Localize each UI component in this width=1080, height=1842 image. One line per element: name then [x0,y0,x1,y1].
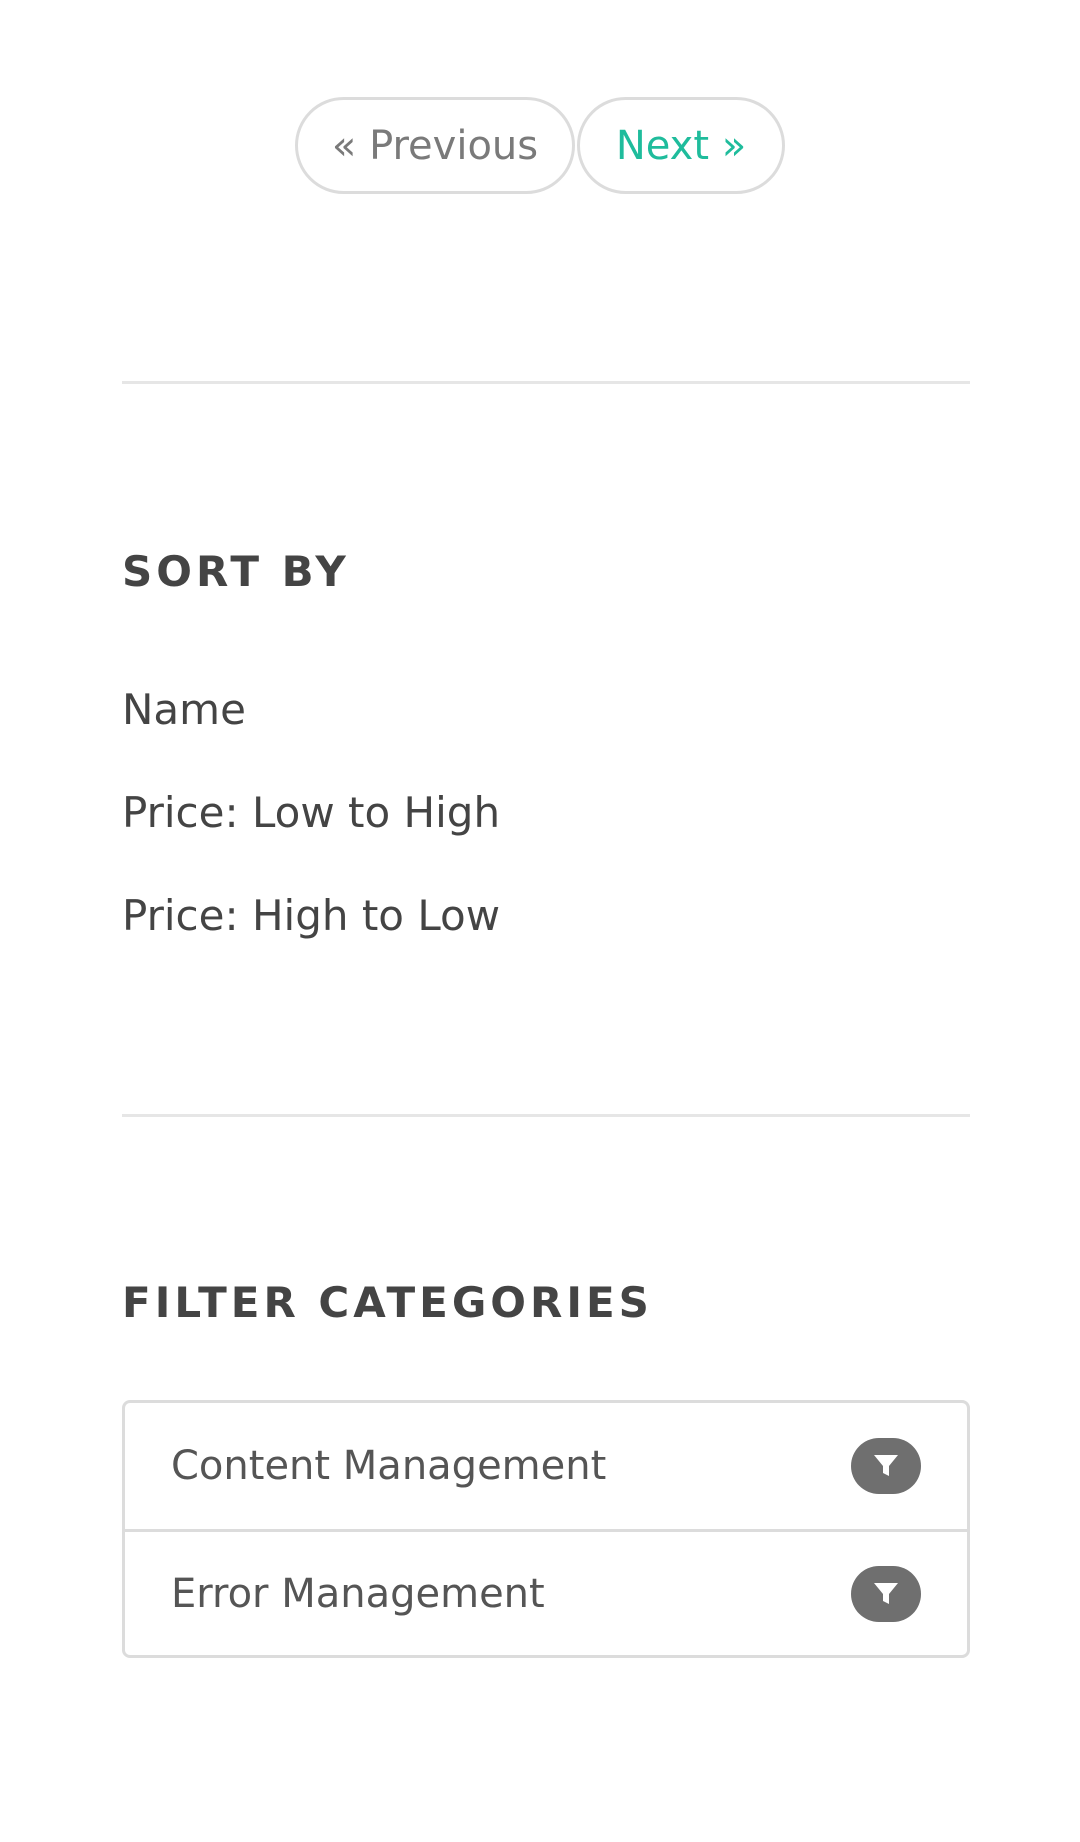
filter-icon[interactable] [851,1565,921,1622]
sort-option-name[interactable]: Name [122,685,500,788]
sort-option-price-high-low[interactable]: Price: High to Low [122,891,500,994]
previous-page-button[interactable]: « Previous [295,97,575,194]
divider [122,1114,970,1117]
divider [122,381,970,384]
category-label: Content Management [171,1443,607,1489]
next-page-button[interactable]: Next » [577,97,785,194]
category-item-content-management[interactable]: Content Management [125,1403,967,1529]
filter-categories-heading: FILTER CATEGORIES [122,1278,653,1327]
sort-options-list: Name Price: Low to High Price: High to L… [122,685,500,994]
category-label: Error Management [171,1570,545,1617]
sort-option-price-low-high[interactable]: Price: Low to High [122,788,500,891]
category-filter-list: Content Management Error Management [122,1400,970,1658]
filter-icon[interactable] [851,1438,921,1494]
pagination: « Previous Next » [0,97,1080,194]
sort-by-heading: SORT BY [122,547,350,596]
category-item-error-management[interactable]: Error Management [125,1529,967,1655]
